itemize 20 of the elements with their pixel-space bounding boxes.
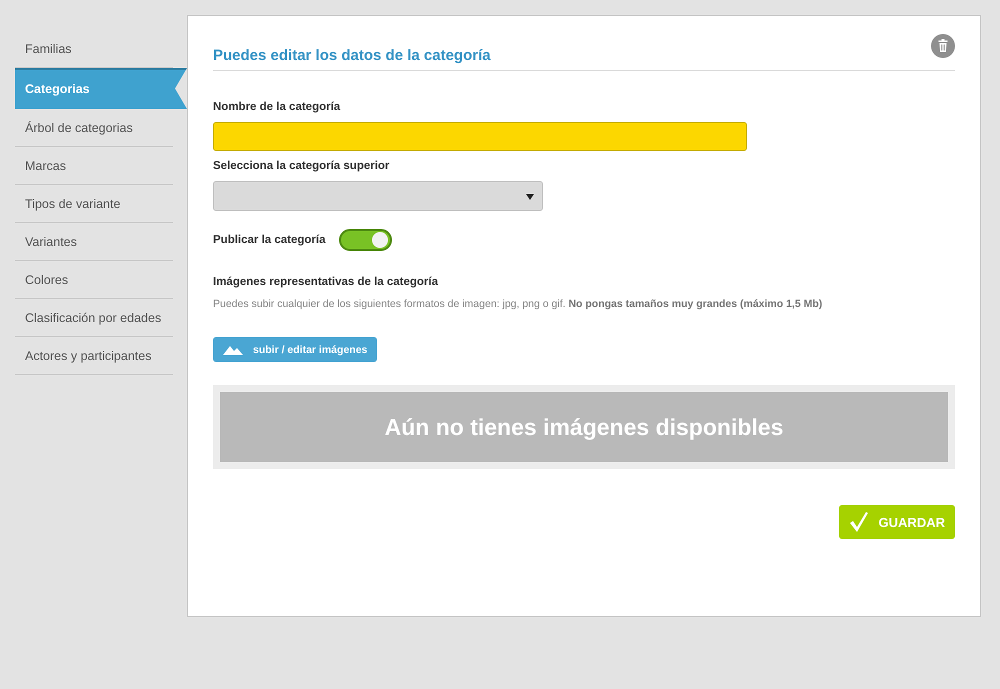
mountain-icon (223, 344, 243, 354)
sidebar-item[interactable]: Árbol de categorias (15, 109, 173, 147)
sidebar-item[interactable]: Actores y participantes (15, 337, 173, 375)
checkmark-icon (848, 511, 869, 533)
trash-icon[interactable] (931, 34, 955, 58)
images-hint: Puedes subir cualquier de los siguientes formatos de imagen: jpg, png o gif. No pongas tamaños muy grandes (máximo 1,5 Mb) (213, 298, 824, 310)
field-label: Publicar la categoría (213, 234, 326, 246)
sidebar-item[interactable]: Colores (15, 261, 173, 299)
publish-toggle[interactable] (338, 229, 392, 251)
field-label: Imágenes representativas de la categoría (213, 276, 439, 288)
sidebar-item[interactable]: Clasificación por edades (15, 299, 173, 337)
form-title: Puedes editar los datos de la categoría (213, 47, 491, 64)
sidebar-item[interactable]: Variantes (15, 223, 173, 261)
sidebar-item[interactable]: Tipos de variante (15, 185, 173, 223)
sidebar-item[interactable]: Marcas (15, 147, 173, 185)
empty-message: Aún no tienes imágenes disponibles (384, 414, 784, 440)
caret-icon (526, 194, 534, 200)
field-label: Selecciona la categoría superior (213, 160, 390, 172)
name-field[interactable] (213, 122, 747, 151)
field-label: Nombre de la categoría (213, 101, 342, 113)
